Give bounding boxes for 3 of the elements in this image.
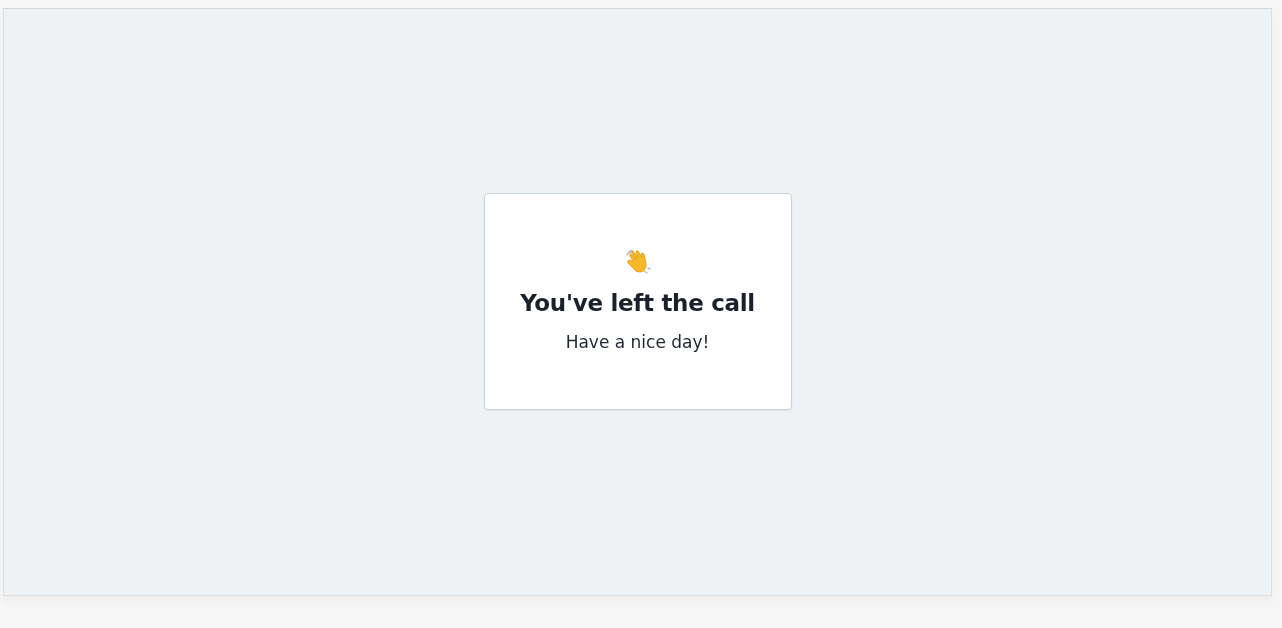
dialog-title: You've left the call: [520, 289, 755, 316]
dialog-message: Have a nice day!: [565, 331, 710, 352]
waving-hand-icon: [623, 246, 652, 275]
